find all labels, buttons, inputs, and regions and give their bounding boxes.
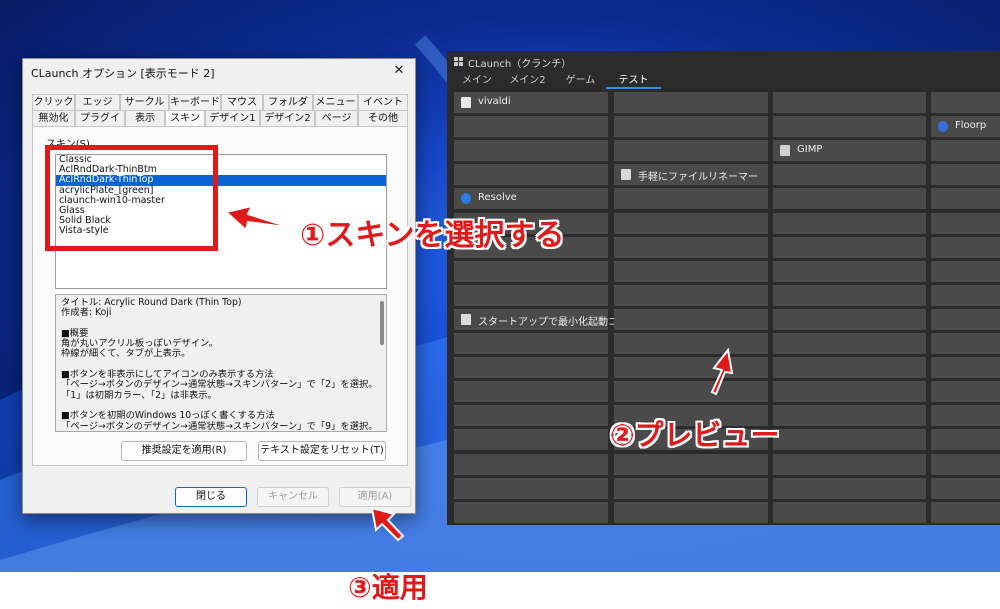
arrow-to-apply bbox=[370, 506, 405, 542]
annotation-arrows bbox=[223, 204, 734, 542]
step3-label: ③適用 bbox=[348, 571, 428, 604]
step1-label: ①スキンを選択する bbox=[300, 218, 565, 253]
arrow-to-skin-list bbox=[223, 204, 293, 232]
arrow-to-preview bbox=[710, 347, 734, 396]
step2-label: ②プレビュー bbox=[610, 418, 780, 452]
